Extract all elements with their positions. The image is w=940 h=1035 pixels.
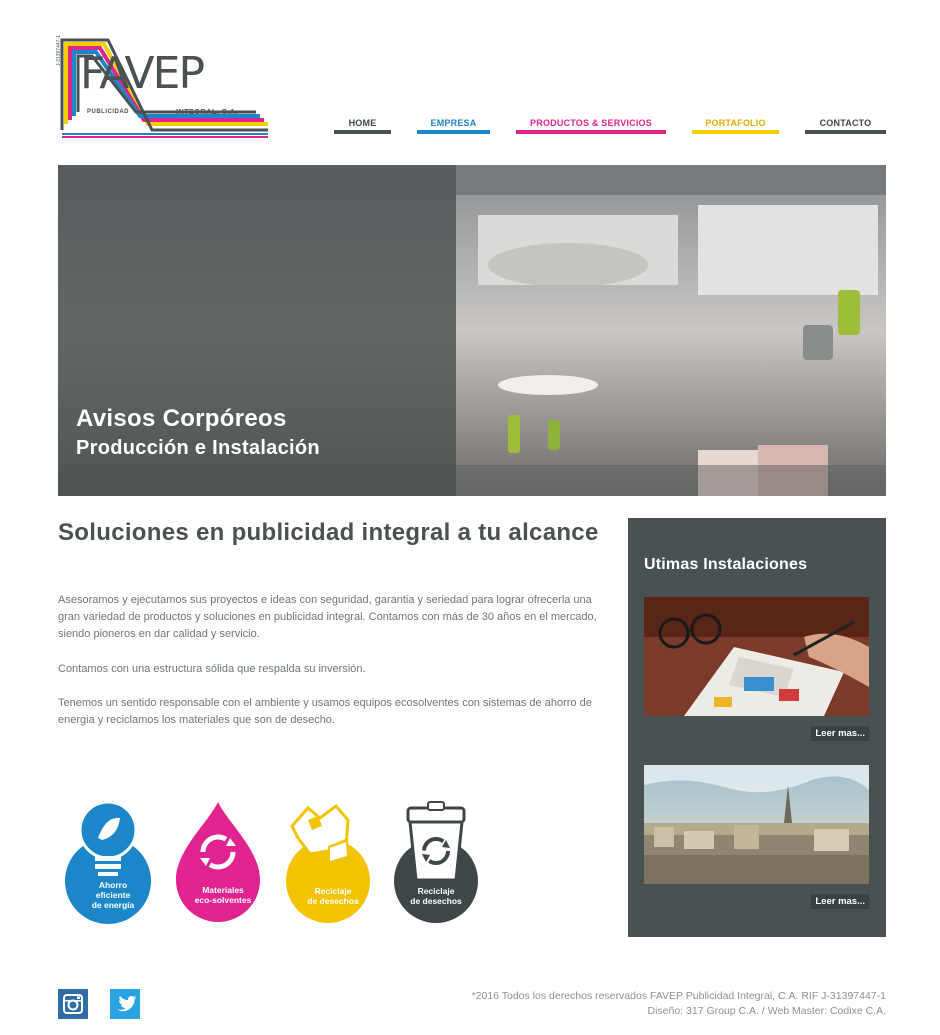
footer-line-1: *2016 Todos los derechos reservados FAVE…	[471, 990, 886, 1002]
instagram-glyph	[58, 989, 88, 1019]
nav-home[interactable]: HOME	[334, 118, 391, 134]
read-more-button-2[interactable]: Leer mas...	[811, 894, 869, 909]
badge-recycling-grey: Reciclaje de desechos	[388, 798, 498, 928]
badge-energy-label: Ahorro eficiente de energía	[58, 880, 168, 910]
badge-recycling-yellow-line1: Reciclaje	[314, 886, 352, 896]
environment-paragraph: Tenemos un sentido responsable con el am…	[58, 697, 592, 726]
recycle-bag-icon	[286, 803, 370, 923]
read-more-button-1[interactable]: Leer mas...	[811, 726, 869, 741]
nav-empresa-label: EMPRESA	[430, 118, 477, 128]
badge-materials-label: Materiales eco-solventes	[168, 885, 278, 905]
twitter-glyph	[110, 989, 140, 1019]
drop-recycle-icon	[176, 802, 260, 922]
badge-energy-line1: Ahorro	[98, 880, 128, 890]
hero-title: Avisos Corpóreos	[76, 405, 287, 432]
recycle-bin-icon	[394, 801, 478, 923]
nav-portafolio[interactable]: PORTAFOLIO	[692, 118, 779, 134]
badge-recycling-yellow-label: Reciclaje de desechos	[278, 886, 388, 906]
nav-contacto[interactable]: CONTACTO	[805, 118, 886, 134]
badge-materials-line2: eco-solventes	[194, 895, 252, 905]
nav-empresa-bar	[417, 130, 490, 134]
latest-installations-panel: Utimas Instalaciones Leer mas... Leer ma…	[628, 518, 886, 937]
web-design-photo	[644, 597, 869, 716]
hero-subtitle: Producción e Instalación	[76, 437, 320, 459]
sidebar-title: Utimas Instalaciones	[644, 556, 808, 573]
nav-productos-servicios[interactable]: PRODUCTOS & SERVICIOS	[516, 118, 666, 134]
badge-energy-line3: de energía	[91, 900, 135, 910]
logo-rif: J-31397447-1	[56, 35, 62, 66]
eco-badges: Ahorro eficiente de energía Materiales e…	[58, 798, 498, 928]
twitter-icon[interactable]	[110, 989, 140, 1019]
page-headline: Soluciones en publicidad integral a tu a…	[58, 519, 599, 546]
badge-recycling-yellow-line2: de desechos	[307, 896, 359, 906]
badge-recycling-yellow: Reciclaje de desechos	[278, 798, 388, 928]
structure-paragraph: Contamos con una estructura sólida que r…	[58, 663, 366, 675]
instagram-icon[interactable]	[58, 989, 88, 1019]
badge-materials: Materiales eco-solventes	[168, 798, 278, 928]
main-nav: HOME EMPRESA PRODUCTOS & SERVICIOS PORTA…	[0, 118, 940, 136]
badge-materials-line1: Materiales	[202, 885, 244, 895]
hero-slider[interactable]: Avisos Corpóreos Producción e Instalació…	[58, 165, 886, 496]
logo-sub-left: PUBLICIDAD	[87, 109, 129, 115]
nav-portafolio-label: PORTAFOLIO	[705, 118, 766, 128]
badge-recycling-grey-line2: de desechos	[410, 896, 462, 906]
badge-recycling-grey-line1: Reciclaje	[417, 886, 455, 896]
badge-recycling-grey-label: Reciclaje de desechos	[388, 886, 484, 906]
footer-line-2: Diseño: 317 Group C.A. / Web Master: Cod…	[647, 1005, 887, 1017]
nav-contacto-bar	[805, 130, 886, 134]
paris-city-photo	[644, 765, 869, 884]
installation-thumb-paris[interactable]	[644, 765, 869, 884]
nav-productos-label: PRODUCTOS & SERVICIOS	[530, 118, 652, 128]
logo-brand-text: FAVEP	[80, 48, 205, 99]
nav-home-label: HOME	[348, 118, 377, 128]
nav-productos-bar	[516, 130, 666, 134]
nav-portafolio-bar	[692, 130, 779, 134]
nav-contacto-label: CONTACTO	[819, 118, 872, 128]
footer-copyright: *2016 Todos los derechos reservados FAVE…	[472, 989, 886, 1019]
badge-energy: Ahorro eficiente de energía	[58, 798, 168, 928]
installation-thumb-web-design[interactable]	[644, 597, 869, 716]
badge-energy-line2: eficiente	[95, 890, 131, 900]
nav-empresa[interactable]: EMPRESA	[417, 118, 490, 134]
logo-sub-right: INTEGRAL, C.A.	[176, 107, 238, 116]
nav-home-bar	[334, 130, 391, 134]
intro-paragraph: Asesoramos y ejecutamos sus proyectos e …	[58, 594, 597, 640]
